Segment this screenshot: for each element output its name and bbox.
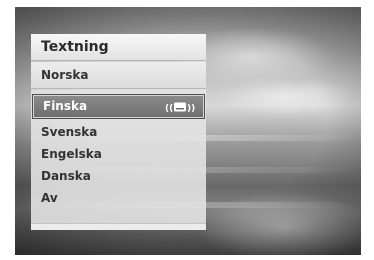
subtitle-options-list: Finska (( )) Svenska Engelska Danska Av — [31, 90, 206, 224]
subtitle-icon: (( )) — [165, 102, 195, 113]
tv-screen: Textning Norska Finska (( )) Svenska Eng… — [15, 7, 361, 255]
menu-title: Textning — [31, 34, 206, 61]
option-engelska[interactable]: Engelska — [31, 143, 206, 165]
option-label: Finska — [43, 99, 88, 113]
subtitle-menu: Textning Norska Finska (( )) Svenska Eng… — [31, 34, 206, 230]
option-danska[interactable]: Danska — [31, 165, 206, 187]
current-subtitle: Norska — [31, 62, 206, 89]
svg-text:((: (( — [165, 104, 173, 113]
option-finska[interactable]: Finska (( )) — [32, 94, 205, 119]
option-av[interactable]: Av — [31, 187, 206, 209]
menu-footer — [31, 223, 206, 230]
option-svenska[interactable]: Svenska — [31, 121, 206, 143]
svg-text:)): )) — [187, 104, 195, 113]
